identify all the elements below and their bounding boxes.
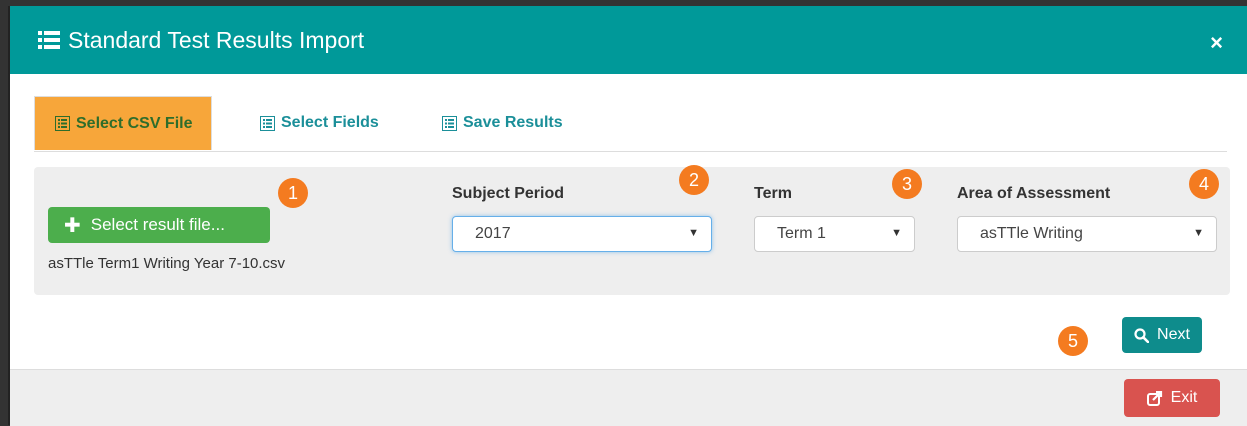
search-icon bbox=[1134, 327, 1150, 343]
step-badge-2: 2 bbox=[679, 165, 709, 195]
area-value: asTTle Writing bbox=[980, 225, 1083, 242]
term-value: Term 1 bbox=[777, 225, 826, 242]
plus-icon: ✚ bbox=[64, 214, 81, 237]
step-badge-3: 3 bbox=[892, 169, 922, 199]
share-square-icon bbox=[1146, 390, 1162, 406]
tab-label: Select CSV File bbox=[76, 114, 193, 132]
tab-select-fields[interactable]: Select Fields bbox=[260, 96, 379, 150]
list-alt-icon bbox=[442, 115, 457, 131]
tab-save-results[interactable]: Save Results bbox=[442, 96, 563, 150]
select-file-label: Select result file... bbox=[90, 215, 225, 234]
tab-label: Save Results bbox=[463, 114, 563, 131]
list-alt-icon bbox=[55, 116, 70, 131]
exit-button[interactable]: Exit bbox=[1124, 379, 1220, 417]
step-badge-5: 5 bbox=[1058, 326, 1088, 356]
subject-period-select[interactable]: 2017 ▼ bbox=[452, 216, 712, 252]
next-button[interactable]: Next bbox=[1122, 317, 1202, 353]
area-of-assessment-label: Area of Assessment bbox=[957, 185, 1111, 202]
step-badge-4: 4 bbox=[1189, 169, 1219, 199]
select-result-file-button[interactable]: ✚ Select result file... bbox=[48, 207, 270, 243]
list-icon bbox=[38, 31, 60, 49]
caret-down-icon: ▼ bbox=[891, 227, 902, 239]
import-modal: Standard Test Results Import × Select CS… bbox=[8, 6, 1247, 426]
subject-period-label: Subject Period bbox=[452, 185, 565, 202]
term-label: Term bbox=[754, 185, 792, 202]
tab-select-csv-file[interactable]: Select CSV File bbox=[34, 96, 212, 150]
caret-down-icon: ▼ bbox=[688, 227, 699, 239]
modal-title: Standard Test Results Import bbox=[68, 26, 365, 53]
next-label: Next bbox=[1157, 326, 1190, 343]
close-icon[interactable]: × bbox=[1210, 30, 1223, 56]
selected-filename: asTTle Term1 Writing Year 7-10.csv bbox=[48, 255, 286, 272]
subject-period-value: 2017 bbox=[475, 225, 511, 242]
step-badge-1: 1 bbox=[278, 178, 308, 208]
list-alt-icon bbox=[260, 115, 275, 131]
area-of-assessment-select[interactable]: asTTle Writing ▼ bbox=[957, 216, 1217, 252]
modal-header: Standard Test Results Import × bbox=[10, 6, 1247, 74]
options-panel: ✚ Select result file... asTTle Term1 Wri… bbox=[34, 167, 1230, 295]
caret-down-icon: ▼ bbox=[1193, 227, 1204, 239]
modal-footer bbox=[10, 369, 1247, 426]
tab-bar: Select CSV File Select Fields Save Resul… bbox=[34, 96, 1227, 152]
exit-label: Exit bbox=[1170, 389, 1198, 406]
tab-label: Select Fields bbox=[281, 114, 379, 131]
term-select[interactable]: Term 1 ▼ bbox=[754, 216, 915, 252]
